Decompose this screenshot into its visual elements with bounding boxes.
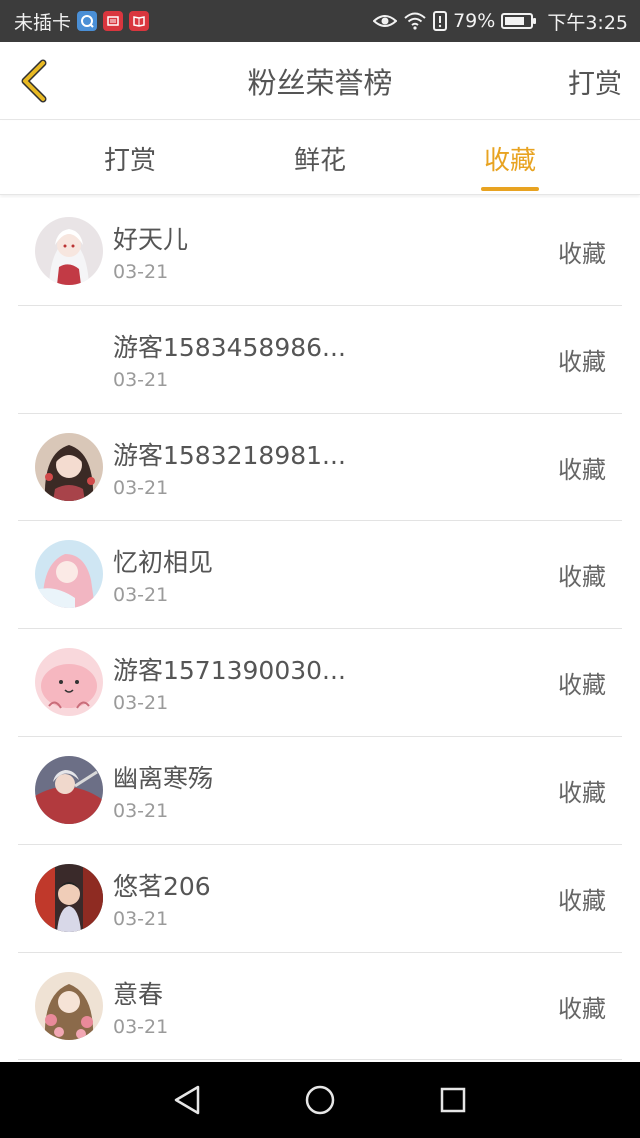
wifi-icon — [403, 12, 427, 30]
favorite-label: 收藏 — [558, 994, 606, 1023]
avatar — [35, 648, 103, 717]
avatar — [35, 755, 103, 824]
recents-square-icon[interactable] — [423, 1070, 483, 1130]
avatar — [35, 863, 103, 932]
date: 03-21 — [113, 476, 169, 499]
avatar — [35, 540, 103, 609]
user-name: 游客1583458986... — [113, 332, 346, 362]
battery-fill — [505, 17, 525, 25]
favorite-label: 收藏 — [558, 778, 606, 807]
favorite-label: 收藏 — [558, 347, 606, 376]
date: 03-21 — [113, 907, 169, 930]
list-item[interactable]: 好天儿 03-21 收藏 — [18, 198, 622, 306]
date: 03-21 — [113, 261, 169, 283]
list-item[interactable]: 悠茗206 03-21 收藏 — [18, 845, 622, 953]
user-name: 悠茗206 — [113, 871, 211, 901]
tab-label: 鲜花 — [293, 145, 346, 176]
date: 03-21 — [113, 584, 169, 607]
back-button[interactable] — [14, 58, 54, 104]
tab-bar: 打赏 鲜花 收藏 — [0, 121, 640, 195]
chevron-left-icon — [21, 59, 47, 103]
status-right: 79% 下午3:25 — [373, 8, 628, 35]
user-name: 游客1583218981... — [113, 440, 346, 470]
active-tab-indicator — [481, 187, 539, 191]
list-item[interactable]: 忆初相见 03-21 收藏 — [18, 521, 622, 630]
date: 03-21 — [113, 1015, 169, 1038]
avatar — [35, 432, 103, 501]
favorite-label: 收藏 — [558, 671, 606, 700]
favorite-label: 收藏 — [558, 886, 606, 915]
user-name: 意春 — [113, 979, 164, 1009]
tab-reward[interactable]: 打赏 — [60, 121, 200, 195]
reward-button[interactable]: 打赏 — [568, 42, 622, 120]
back-triangle-icon[interactable] — [157, 1070, 217, 1130]
browser-app-icon — [77, 11, 98, 31]
carrier-text: 未插卡 — [14, 11, 72, 34]
battery-icon — [501, 13, 537, 29]
favorite-label: 收藏 — [558, 563, 606, 592]
list-item[interactable]: 意春 03-21 收藏 — [18, 953, 622, 1061]
tab-flowers[interactable]: 鲜花 — [250, 121, 390, 195]
nav-header: 粉丝荣誉榜 打赏 — [0, 42, 640, 120]
date: 03-21 — [113, 368, 169, 391]
avatar — [35, 971, 103, 1040]
avatar — [35, 217, 103, 285]
favorite-label: 收藏 — [558, 240, 606, 268]
list-item[interactable]: 幽离寒殇 03-21 收藏 — [18, 737, 622, 845]
home-circle-icon[interactable] — [290, 1070, 350, 1130]
tab-favorites[interactable]: 收藏 — [440, 121, 580, 195]
list-item[interactable]: 游客1583458986... 03-21 收藏 — [18, 306, 622, 414]
list-item[interactable]: 游客1571390030... 03-21 收藏 — [18, 629, 622, 737]
battery-percent: 79% — [453, 10, 496, 32]
page-title: 粉丝荣誉榜 — [247, 66, 393, 100]
eye-comfort-icon — [373, 13, 398, 29]
user-name: 幽离寒殇 — [113, 763, 214, 793]
news-app-icon — [103, 11, 124, 31]
user-name: 好天儿 — [113, 225, 189, 254]
status-left: 未插卡 — [14, 8, 150, 35]
favorite-label: 收藏 — [558, 455, 606, 484]
tab-label: 收藏 — [483, 145, 536, 176]
list-item[interactable]: 游客1583218981... 03-21 收藏 — [18, 414, 622, 522]
alert-icon — [433, 11, 448, 31]
clock: 下午3:25 — [547, 11, 628, 34]
date: 03-21 — [113, 692, 169, 715]
reader-app-icon — [129, 11, 150, 31]
status-bar: 未插卡 79% 下午3:25 — [0, 0, 640, 42]
user-name: 忆初相见 — [113, 548, 214, 578]
tab-label: 打赏 — [103, 145, 156, 176]
android-nav-bar — [0, 1062, 640, 1138]
date: 03-21 — [113, 799, 169, 822]
user-name: 游客1571390030... — [113, 656, 346, 686]
fan-list[interactable]: 好天儿 03-21 收藏 游客1583458986... 03-21 收藏 游客… — [0, 198, 640, 1062]
